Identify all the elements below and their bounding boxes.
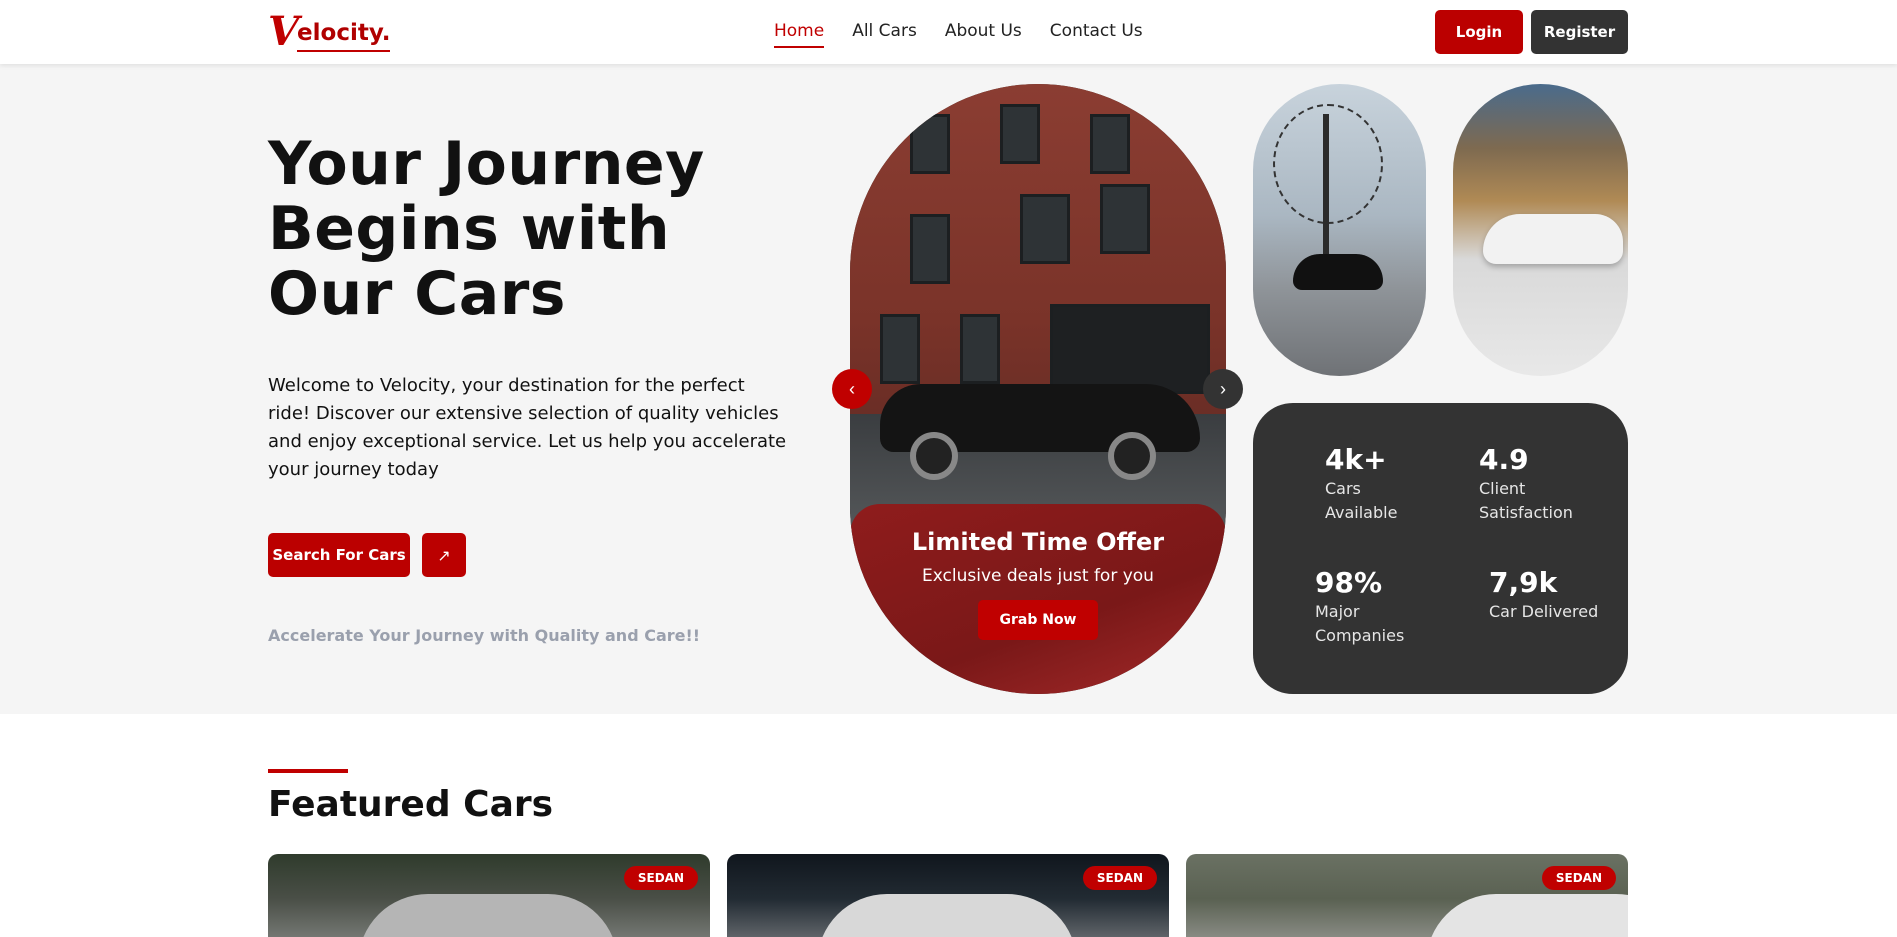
chevron-left-icon[interactable]: ‹ bbox=[832, 369, 872, 409]
car-photo-white bbox=[1453, 84, 1628, 376]
offer-subtitle: Exclusive deals just for you bbox=[922, 566, 1154, 586]
stat-label: Car Delivered bbox=[1489, 602, 1599, 621]
car-decor bbox=[358, 894, 618, 937]
stats-panel: 4k+ Cars Available 4.9 Client Satisfacti… bbox=[1253, 403, 1628, 694]
arrow-up-right-icon[interactable]: ↗ bbox=[422, 533, 466, 577]
stat-value: 7,9k bbox=[1489, 566, 1558, 599]
hero-title-line: Our Cars bbox=[268, 259, 567, 329]
offer-panel: Limited Time Offer Exclusive deals just … bbox=[850, 504, 1226, 694]
hero-description: Welcome to Velocity, your destination fo… bbox=[268, 375, 787, 480]
grab-now-button[interactable]: Grab Now bbox=[978, 600, 1098, 640]
hero-title: Your Journey Begins with Our Cars bbox=[268, 132, 748, 327]
car-photo-tree bbox=[1253, 84, 1426, 376]
nav-home[interactable]: Home bbox=[774, 20, 825, 48]
window-decor bbox=[1090, 114, 1130, 174]
window-decor bbox=[1100, 184, 1150, 254]
car-decor bbox=[1426, 894, 1628, 937]
hero-title-line: Your Journey bbox=[268, 129, 705, 199]
car-card[interactable]: SEDAN bbox=[727, 854, 1169, 937]
stat-label: Client Satisfaction bbox=[1479, 479, 1573, 522]
car-card[interactable]: SEDAN bbox=[268, 854, 710, 937]
featured-cars-title: Featured Cars bbox=[268, 784, 554, 825]
stat-value: 4k+ bbox=[1325, 443, 1387, 476]
stat-car-delivered: 7,9k Car Delivered bbox=[1489, 566, 1599, 624]
car-card[interactable]: SEDAN bbox=[1186, 854, 1628, 937]
carousel-image: Limited Time Offer Exclusive deals just … bbox=[850, 84, 1226, 694]
wheel-decor bbox=[1108, 432, 1156, 480]
window-decor bbox=[960, 314, 1000, 384]
category-badge: SEDAN bbox=[623, 866, 698, 890]
stat-label: Major Companies bbox=[1315, 602, 1405, 645]
login-button[interactable]: Login bbox=[1435, 10, 1523, 54]
nav-links: Home All Cars About Us Contact Us bbox=[774, 20, 1143, 48]
stat-label: Cars Available bbox=[1325, 479, 1398, 522]
nav-about-us[interactable]: About Us bbox=[945, 20, 1022, 48]
window-decor bbox=[1020, 194, 1070, 264]
section-accent-bar bbox=[268, 769, 348, 773]
stat-value: 4.9 bbox=[1479, 443, 1529, 476]
wheel-decor bbox=[910, 432, 958, 480]
window-decor bbox=[880, 314, 920, 384]
category-badge: SEDAN bbox=[1541, 866, 1616, 890]
navbar: V elocity. Home All Cars About Us Contac… bbox=[0, 0, 1897, 64]
tree-trunk-decor bbox=[1323, 114, 1329, 274]
search-for-cars-button[interactable]: Search For Cars bbox=[268, 533, 410, 577]
logo-initial: V bbox=[268, 8, 300, 55]
nav-contact-us[interactable]: Contact Us bbox=[1050, 20, 1143, 48]
stat-value: 98% bbox=[1315, 566, 1383, 599]
nav-all-cars[interactable]: All Cars bbox=[852, 20, 917, 48]
hero-tagline: Accelerate Your Journey with Quality and… bbox=[268, 626, 701, 645]
brand-logo[interactable]: V elocity. bbox=[268, 8, 391, 55]
hero-title-line: Begins with bbox=[268, 194, 671, 264]
car-decor bbox=[1293, 254, 1383, 290]
stat-cars-available: 4k+ Cars Available bbox=[1325, 443, 1435, 525]
register-button[interactable]: Register bbox=[1531, 10, 1628, 54]
offer-title: Limited Time Offer bbox=[911, 528, 1165, 556]
hero-section: Your Journey Begins with Our Cars Welcom… bbox=[0, 64, 1897, 714]
window-decor bbox=[910, 214, 950, 284]
garage-decor bbox=[1050, 304, 1210, 394]
stat-client-satisfaction: 4.9 Client Satisfaction bbox=[1479, 443, 1589, 525]
window-decor bbox=[1000, 104, 1040, 164]
logo-text: elocity. bbox=[297, 18, 391, 52]
stat-major-companies: 98% Major Companies bbox=[1315, 566, 1425, 648]
car-decor bbox=[1483, 214, 1623, 264]
car-decor bbox=[817, 894, 1077, 937]
category-badge: SEDAN bbox=[1082, 866, 1157, 890]
window-decor bbox=[910, 114, 950, 174]
chevron-right-icon[interactable]: › bbox=[1203, 369, 1243, 409]
